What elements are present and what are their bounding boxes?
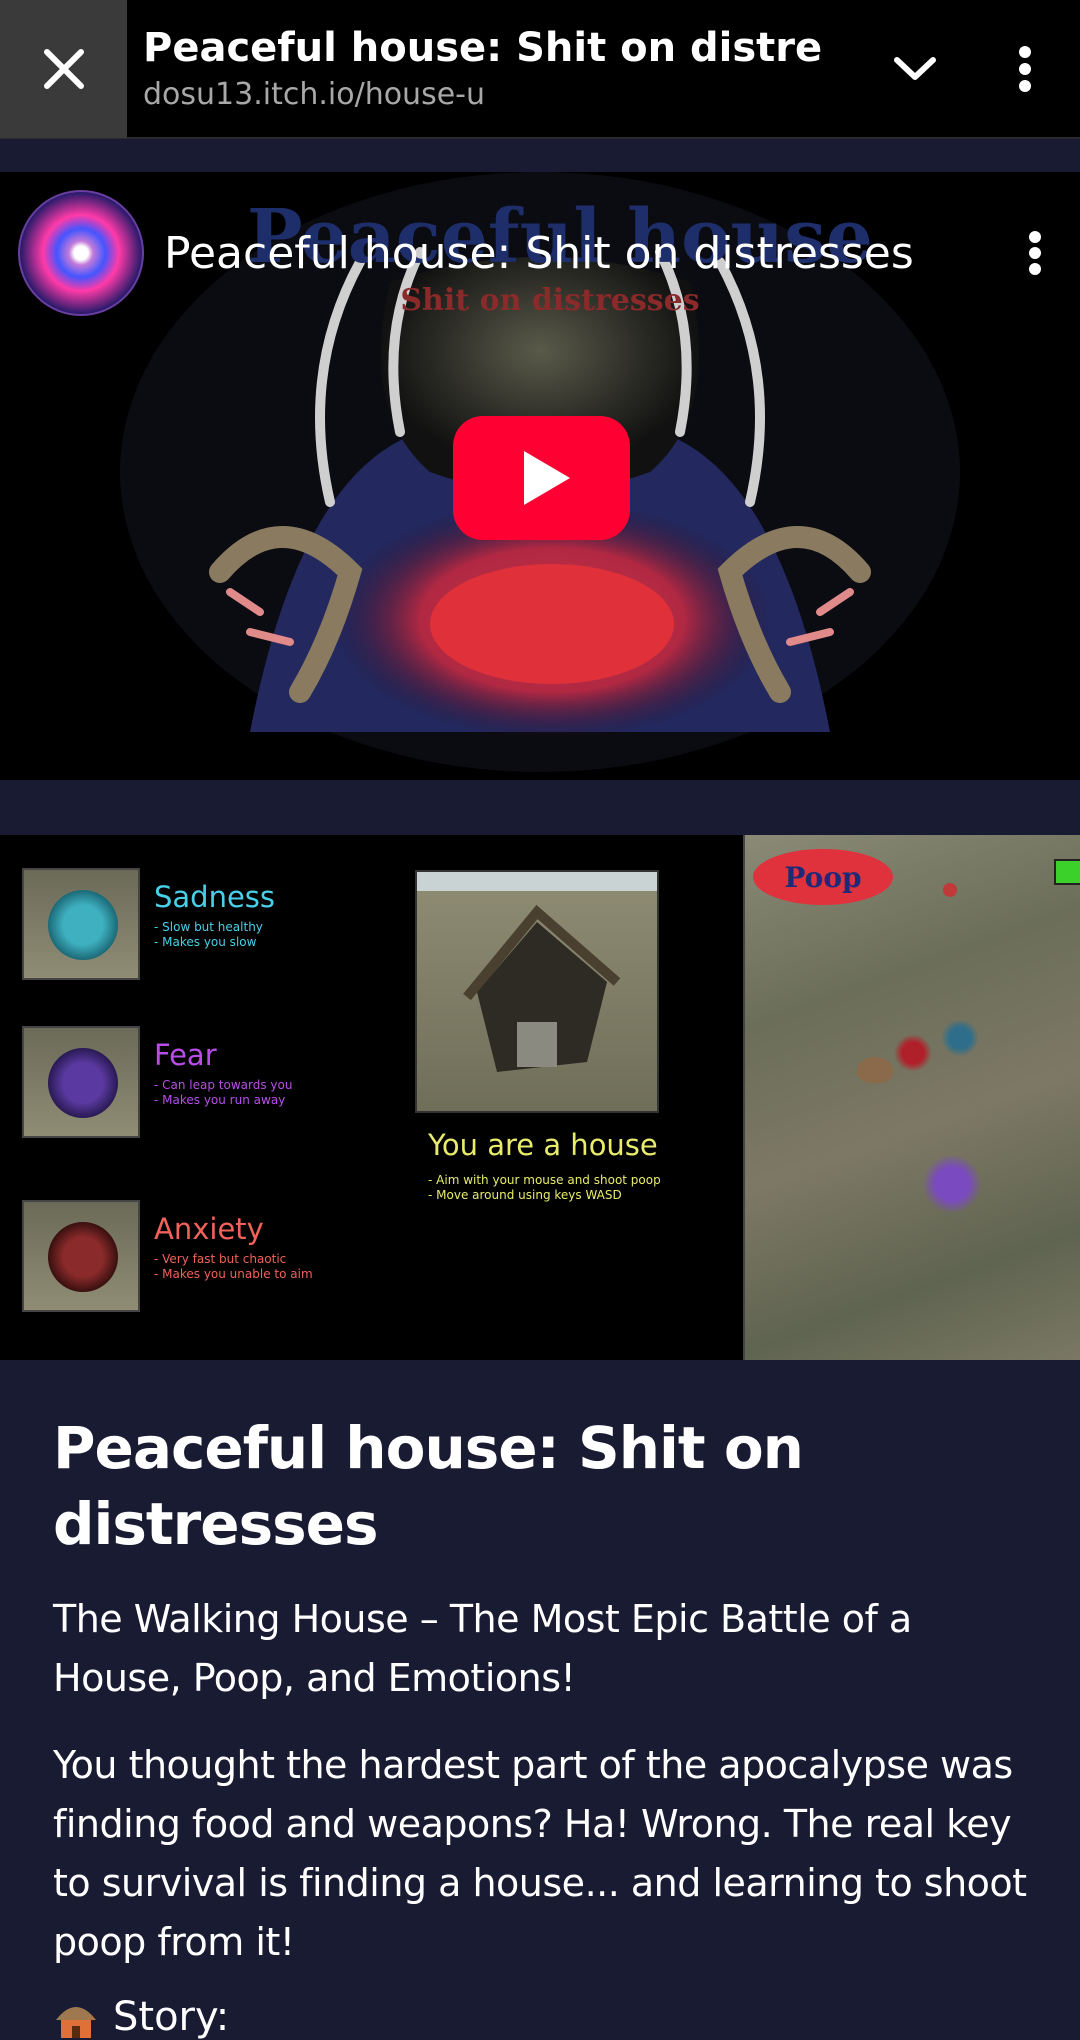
more-vertical-icon — [1029, 231, 1041, 275]
house-image — [415, 870, 659, 1113]
chevron-down-icon — [894, 56, 936, 80]
fear-enemy — [923, 1155, 981, 1213]
story-label: Story: — [113, 1994, 230, 2040]
intro-paragraph: The Walking House – The Most Epic Battle… — [53, 1597, 912, 1700]
enemy-name: Sadness — [154, 880, 276, 914]
browser-toolbar: Peaceful house: Shit on distresses dosu1… — [0, 0, 1080, 139]
enemy-desc-line: - Slow but healthy — [154, 920, 263, 934]
body-paragraph: You thought the hardest part of the apoc… — [53, 1743, 1027, 1964]
screenshot-enemies[interactable]: Sadness - Slow but healthy - Makes you s… — [0, 835, 743, 1360]
collapse-button[interactable] — [860, 0, 970, 138]
enemy-desc-line: - Makes you unable to aim — [154, 1267, 313, 1281]
enemy-name: Anxiety — [154, 1212, 264, 1246]
enemy-desc-line: - Makes you slow — [154, 935, 257, 949]
overflow-menu-button[interactable] — [970, 0, 1080, 138]
enemy-fear: Fear - Can leap towards you - Makes you … — [22, 1026, 292, 1138]
house-title: You are a house — [428, 1128, 658, 1162]
health-bar — [1054, 859, 1080, 885]
house-icon — [463, 904, 621, 1072]
enemy-desc-line: - Makes you run away — [154, 1093, 286, 1107]
game-heading: Peaceful house: Shit on distresses — [53, 1414, 804, 1558]
sadness-image — [22, 868, 140, 980]
youtube-embed[interactable]: Peaceful house Shit on distresses Peacef… — [0, 172, 1080, 780]
sadness-enemy — [940, 1020, 980, 1056]
screenshot-gallery[interactable]: Sadness - Slow but healthy - Makes you s… — [0, 835, 1080, 1360]
close-button[interactable] — [0, 0, 127, 138]
story-heading: Story: — [53, 1994, 1043, 2040]
game-description: Peaceful house: Shit on distresses The W… — [53, 1410, 1043, 2040]
enemy-name: Fear — [154, 1038, 217, 1072]
fear-image — [22, 1026, 140, 1138]
house-desc: - Aim with your mouse and shoot poop - M… — [428, 1173, 661, 1203]
enemy-desc-line: - Can leap towards you — [154, 1078, 293, 1092]
video-title[interactable]: Peaceful house: Shit on distresses — [164, 228, 990, 279]
enemy-desc-line: - Very fast but chaotic — [154, 1252, 287, 1266]
enemy-sadness: Sadness - Slow but healthy - Makes you s… — [22, 868, 275, 980]
play-button[interactable] — [453, 416, 630, 540]
page-url: dosu13.itch.io/house-u — [143, 77, 485, 112]
screenshot-gameplay[interactable]: Poop — [743, 835, 1080, 1360]
anxiety-enemy — [893, 1035, 933, 1071]
house-desc-line: - Aim with your mouse and shoot poop — [428, 1173, 661, 1187]
hut-icon — [56, 2007, 96, 2038]
more-vertical-icon — [1019, 45, 1031, 92]
house-desc-line: - Move around using keys WASD — [428, 1188, 622, 1202]
enemy-anxiety: Anxiety - Very fast but chaotic - Makes … — [22, 1200, 313, 1312]
video-header: Peaceful house: Shit on distresses — [18, 190, 1080, 316]
channel-avatar[interactable] — [18, 190, 144, 316]
small-enemy — [943, 883, 957, 897]
tab-title-block[interactable]: Peaceful house: Shit on distresses dosu1… — [127, 25, 860, 112]
anxiety-image — [22, 1200, 140, 1312]
video-more-button[interactable] — [990, 231, 1080, 275]
close-icon — [43, 48, 84, 89]
poop-badge: Poop — [753, 849, 893, 905]
page-title: Peaceful house: Shit on distresses — [143, 25, 823, 71]
poop-projectile — [857, 1057, 893, 1083]
